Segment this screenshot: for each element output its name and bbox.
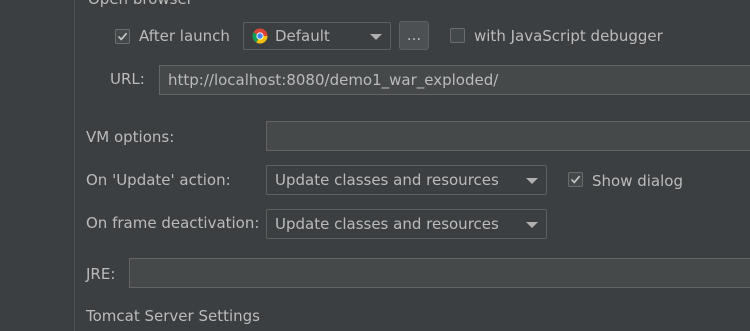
- url-label: URL:: [110, 70, 145, 88]
- js-debugger-label: with JavaScript debugger: [474, 27, 663, 45]
- on-frame-deactivation-select[interactable]: Update classes and resources: [266, 209, 547, 239]
- on-update-label: On 'Update' action:: [86, 171, 231, 189]
- url-value: http://localhost:8080/demo1_war_exploded…: [168, 71, 499, 89]
- more-button[interactable]: ...: [399, 21, 429, 50]
- checkmark-icon: [117, 32, 128, 41]
- after-launch-checkbox[interactable]: [115, 29, 130, 44]
- vm-options-label: VM options:: [86, 128, 175, 146]
- jre-input[interactable]: [129, 258, 750, 288]
- tomcat-server-settings-title: Tomcat Server Settings: [86, 307, 260, 325]
- chevron-down-icon: [526, 178, 538, 184]
- browser-select[interactable]: Default: [243, 22, 391, 50]
- jre-label: JRE:: [86, 265, 116, 283]
- section-title-open-browser: Open browser: [88, 0, 193, 9]
- checkmark-icon: [570, 175, 581, 184]
- left-panel-strip: [0, 0, 75, 331]
- chevron-down-icon: [526, 222, 538, 228]
- browser-select-value: Default: [275, 27, 330, 45]
- after-launch-label: After launch: [139, 27, 230, 45]
- on-update-select[interactable]: Update classes and resources: [266, 165, 547, 195]
- chevron-down-icon: [370, 34, 382, 40]
- url-input[interactable]: http://localhost:8080/demo1_war_exploded…: [159, 65, 750, 95]
- chrome-icon: [252, 28, 268, 44]
- on-update-value: Update classes and resources: [275, 171, 499, 189]
- on-frame-deactivation-label: On frame deactivation:: [86, 214, 260, 232]
- js-debugger-checkbox[interactable]: [450, 28, 465, 43]
- on-frame-deactivation-value: Update classes and resources: [275, 215, 499, 233]
- show-dialog-checkbox[interactable]: [568, 172, 583, 187]
- show-dialog-label: Show dialog: [592, 172, 683, 190]
- vm-options-input[interactable]: [266, 121, 750, 151]
